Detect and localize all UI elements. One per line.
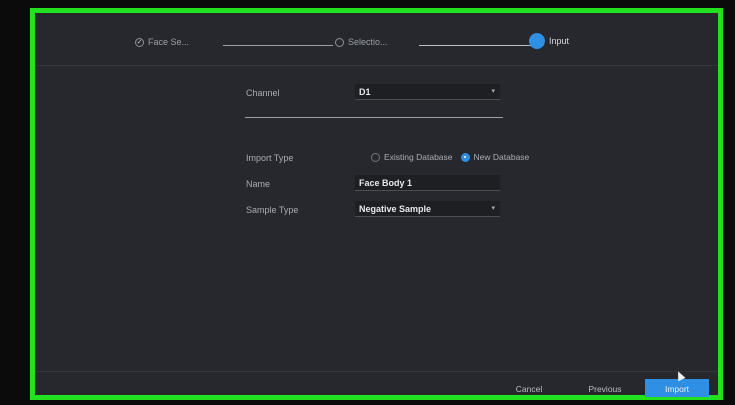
step-connector [223, 45, 333, 46]
section-divider [245, 117, 503, 118]
step-label: Input [549, 36, 570, 46]
radio-on-icon [460, 152, 470, 162]
radio-existing-database[interactable]: Existing Database [371, 152, 453, 162]
step-label: Selectio... [348, 37, 388, 47]
sample-type-dropdown[interactable]: Negative Sample ▾ [355, 201, 500, 217]
name-field[interactable]: Face Body 1 [355, 175, 500, 191]
name-value: Face Body 1 [359, 178, 413, 188]
wizard-stepper: ✓ Face Se... Selectio... Input [35, 13, 718, 65]
name-label: Name [246, 179, 271, 189]
footer-divider [35, 371, 718, 372]
sample-type-label: Sample Type [246, 205, 299, 215]
channel-value: D1 [359, 87, 371, 97]
previous-button[interactable]: Previous [575, 379, 635, 397]
header-divider [35, 65, 718, 66]
step-completed-icon: ✓ [135, 37, 144, 47]
radio-label: Existing Database [384, 152, 453, 162]
sample-type-value: Negative Sample [359, 204, 432, 214]
import-type-label: Import Type [246, 153, 294, 163]
import-type-radio-group: Existing Database New Database [371, 152, 537, 162]
channel-dropdown[interactable]: D1 ▾ [355, 84, 500, 100]
step-input[interactable]: Input [529, 33, 569, 49]
channel-label: Channel [246, 88, 280, 98]
step-selection[interactable]: Selectio... [335, 37, 388, 47]
chevron-down-icon: ▾ [491, 88, 495, 95]
import-button[interactable]: Import [645, 379, 709, 397]
step-label: Face Se... [148, 37, 190, 47]
step-pending-icon [335, 37, 344, 47]
chevron-down-icon: ▾ [491, 205, 495, 212]
radio-new-database[interactable]: New Database [460, 152, 530, 162]
step-active-icon [529, 33, 545, 49]
step-connector [419, 45, 531, 46]
radio-label: New Database [473, 152, 530, 162]
step-face-select[interactable]: ✓ Face Se... [135, 37, 189, 47]
wizard-panel: ✓ Face Se... Selectio... Input Channel D… [30, 8, 723, 400]
cancel-button[interactable]: Cancel [503, 379, 555, 397]
radio-off-icon [371, 152, 380, 162]
